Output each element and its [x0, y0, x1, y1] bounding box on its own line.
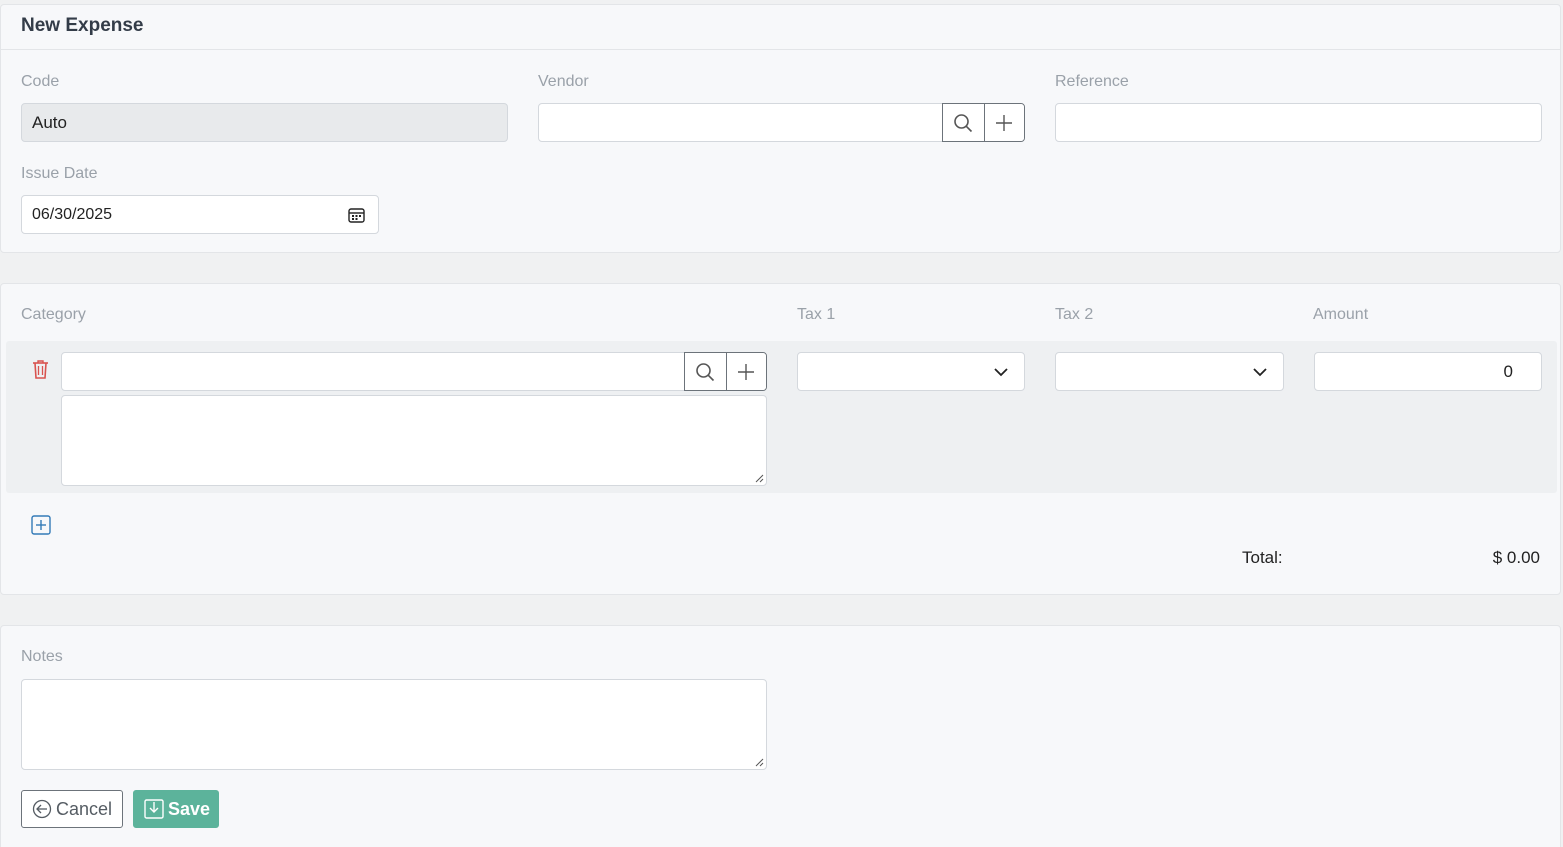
cancel-button-label: Cancel: [56, 798, 113, 819]
reference-input[interactable]: [1055, 103, 1542, 142]
chevron-down-icon: [994, 368, 1008, 377]
save-button-label: Save: [168, 798, 211, 819]
search-icon: [696, 362, 715, 381]
save-icon: [144, 799, 164, 819]
trash-icon[interactable]: [32, 359, 49, 379]
amount-column-header: Amount: [1313, 306, 1369, 323]
table-row: 0: [6, 341, 1557, 493]
cancel-button[interactable]: Cancel: [21, 790, 123, 828]
total-label: Total:: [1242, 548, 1283, 567]
expense-items-card: Category Tax 1 Tax 2 Amount 0 Total: $ 0…: [0, 283, 1561, 595]
notes-label: Notes: [21, 648, 63, 665]
category-search-button[interactable]: [685, 353, 726, 390]
tax1-column-header: Tax 1: [797, 306, 836, 323]
vendor-addons: [942, 103, 1025, 142]
resize-grip-icon[interactable]: [755, 758, 764, 767]
total-value: $ 0.00: [1492, 548, 1540, 567]
plus-icon: [996, 114, 1013, 131]
title-bar: New Expense: [1, 5, 1560, 50]
search-icon: [954, 113, 973, 132]
reference-label: Reference: [1055, 73, 1129, 90]
vendor-search-button[interactable]: [943, 104, 984, 141]
category-column-header: Category: [21, 306, 86, 323]
add-row-button[interactable]: [31, 515, 51, 535]
save-button[interactable]: Save: [133, 790, 219, 828]
code-field: Auto: [21, 103, 508, 142]
expense-header-card: New Expense Code Auto Vendor Reference I…: [0, 4, 1561, 253]
vendor-add-button[interactable]: [983, 104, 1024, 141]
vendor-input[interactable]: [538, 103, 944, 142]
resize-grip-icon[interactable]: [755, 474, 764, 483]
amount-input[interactable]: 0: [1314, 352, 1542, 391]
tax2-select[interactable]: [1055, 352, 1284, 391]
issue-date-label: Issue Date: [21, 165, 98, 182]
category-addons: [684, 352, 767, 391]
category-add-button[interactable]: [725, 353, 766, 390]
code-label: Code: [21, 73, 60, 90]
tax2-column-header: Tax 2: [1055, 306, 1094, 323]
notes-textarea[interactable]: [21, 679, 767, 770]
plus-icon: [738, 363, 755, 380]
tax1-select[interactable]: [797, 352, 1025, 391]
arrow-left-circle-icon: [32, 799, 52, 819]
issue-date-value: 06/30/2025: [32, 205, 113, 223]
notes-card: Notes Cancel Save: [0, 625, 1561, 847]
chevron-down-icon: [1253, 368, 1267, 377]
vendor-label: Vendor: [538, 73, 589, 90]
calendar-icon[interactable]: [348, 207, 365, 223]
issue-date-input[interactable]: 06/30/2025: [21, 195, 379, 234]
category-input[interactable]: [61, 352, 686, 391]
page-title: New Expense: [21, 15, 144, 36]
item-description-textarea[interactable]: [61, 395, 767, 486]
